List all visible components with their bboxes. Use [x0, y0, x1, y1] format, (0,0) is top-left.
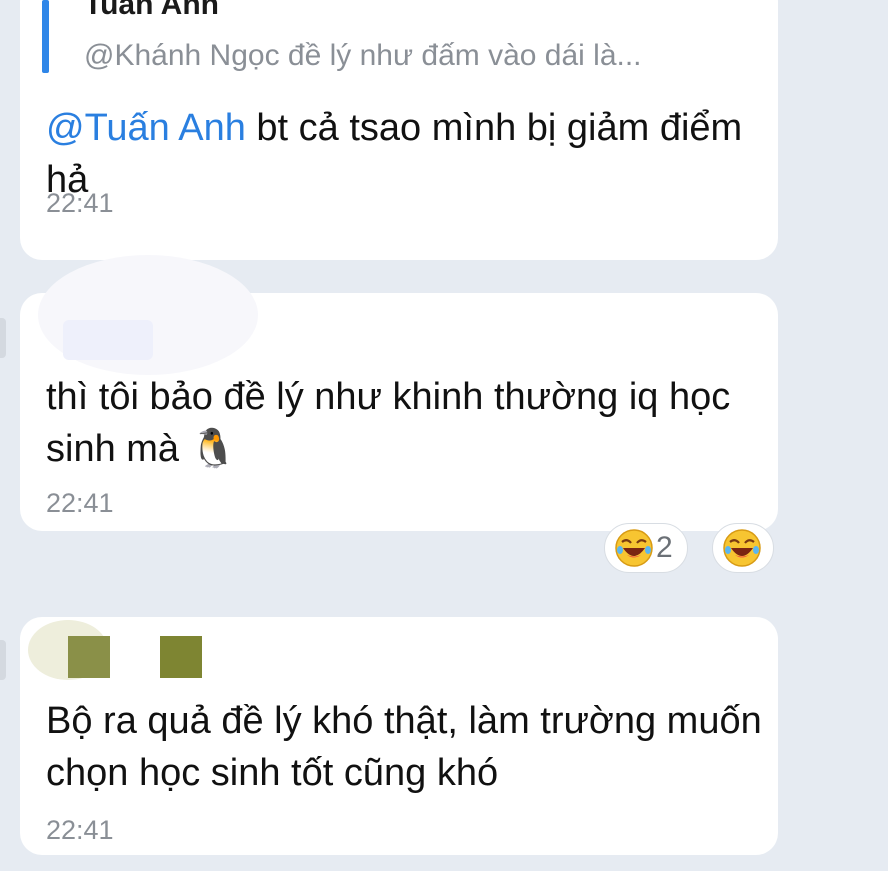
message-timestamp: 22:41 [46, 488, 114, 518]
message-bubble-1[interactable]: Tuấn Anh @Khánh Ngọc đề lý như đấm vào d… [20, 0, 778, 260]
message-text: thì tôi bảo đề lý như khinh thường iq họ… [46, 371, 766, 475]
reply-author: Tuấn Anh [84, 0, 219, 21]
message-timestamp: 22:41 [46, 188, 114, 218]
message-bubble-3[interactable]: Bộ ra quả đề lý khó thật, làm trường muố… [20, 617, 778, 855]
reply-quote-bar [42, 0, 49, 73]
message-text: Bộ ra quả đề lý khó thật, làm trường muố… [46, 700, 762, 794]
message-timestamp: 22:41 [46, 815, 114, 845]
penguin-emoji: 🐧 [189, 428, 237, 470]
reply-preview-text: @Khánh Ngọc đề lý như đấm vào dái là... [84, 39, 642, 72]
mention-link[interactable]: @Tuấn Anh [46, 107, 246, 149]
message-body: thì tôi bảo đề lý như khinh thường iq họ… [46, 376, 731, 470]
reaction-laughing[interactable]: 2 [604, 523, 688, 573]
message-edge-marker [0, 318, 6, 358]
reaction-laughing-add[interactable] [712, 523, 774, 573]
message-text: @Tuấn Anh bt cả tsao mình bị giảm điểm h… [46, 102, 766, 206]
reply-quote[interactable]: Tuấn Anh @Khánh Ngọc đề lý như đấm vào d… [42, 0, 742, 74]
reaction-count: 2 [656, 531, 673, 564]
message-edge-marker [0, 640, 6, 680]
laughing-face-icon [615, 529, 653, 567]
laughing-face-icon [723, 529, 761, 567]
